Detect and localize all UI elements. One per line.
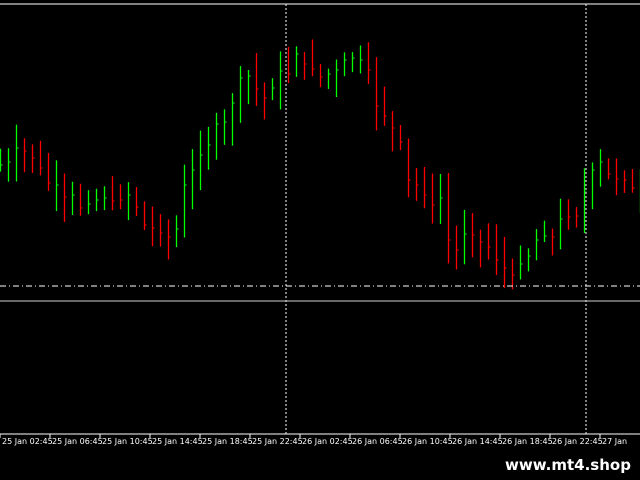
watermark-text: www.mt4.shop	[505, 456, 631, 474]
time-axis-label: 25 Jan 02:45	[2, 437, 53, 446]
time-axis-label: 27 Jan	[602, 437, 627, 446]
time-axis-label: 26 Jan 02:45	[302, 437, 353, 446]
time-axis: 25 Jan 02:45 25 Jan 06:45 25 Jan 10:45 25 J…	[0, 434, 627, 446]
time-axis-label: 26 Jan 10:45	[402, 437, 453, 446]
time-axis-label: 26 Jan 14:45	[452, 437, 503, 446]
time-axis-label: 26 Jan 22:45	[552, 437, 603, 446]
time-axis-label: 25 Jan 14:45	[152, 437, 203, 446]
time-axis-label: 25 Jan 10:45	[102, 437, 153, 446]
time-axis-label: 25 Jan 18:45	[202, 437, 253, 446]
time-axis-label: 26 Jan 18:45	[502, 437, 553, 446]
watermark-badge: www.mt4.shop	[496, 450, 640, 480]
time-axis-label: 26 Jan 06:45	[352, 437, 403, 446]
time-axis-label: 25 Jan 06:45	[52, 437, 103, 446]
candlestick-chart[interactable]: 25 Jan 02:45 25 Jan 06:45 25 Jan 10:45 25 J…	[0, 0, 640, 480]
price-chart[interactable]: 25 Jan 02:45 25 Jan 06:45 25 Jan 10:45 25 J…	[0, 0, 640, 480]
candles-group	[0, 39, 640, 290]
time-axis-label: 25 Jan 22:45	[252, 437, 303, 446]
